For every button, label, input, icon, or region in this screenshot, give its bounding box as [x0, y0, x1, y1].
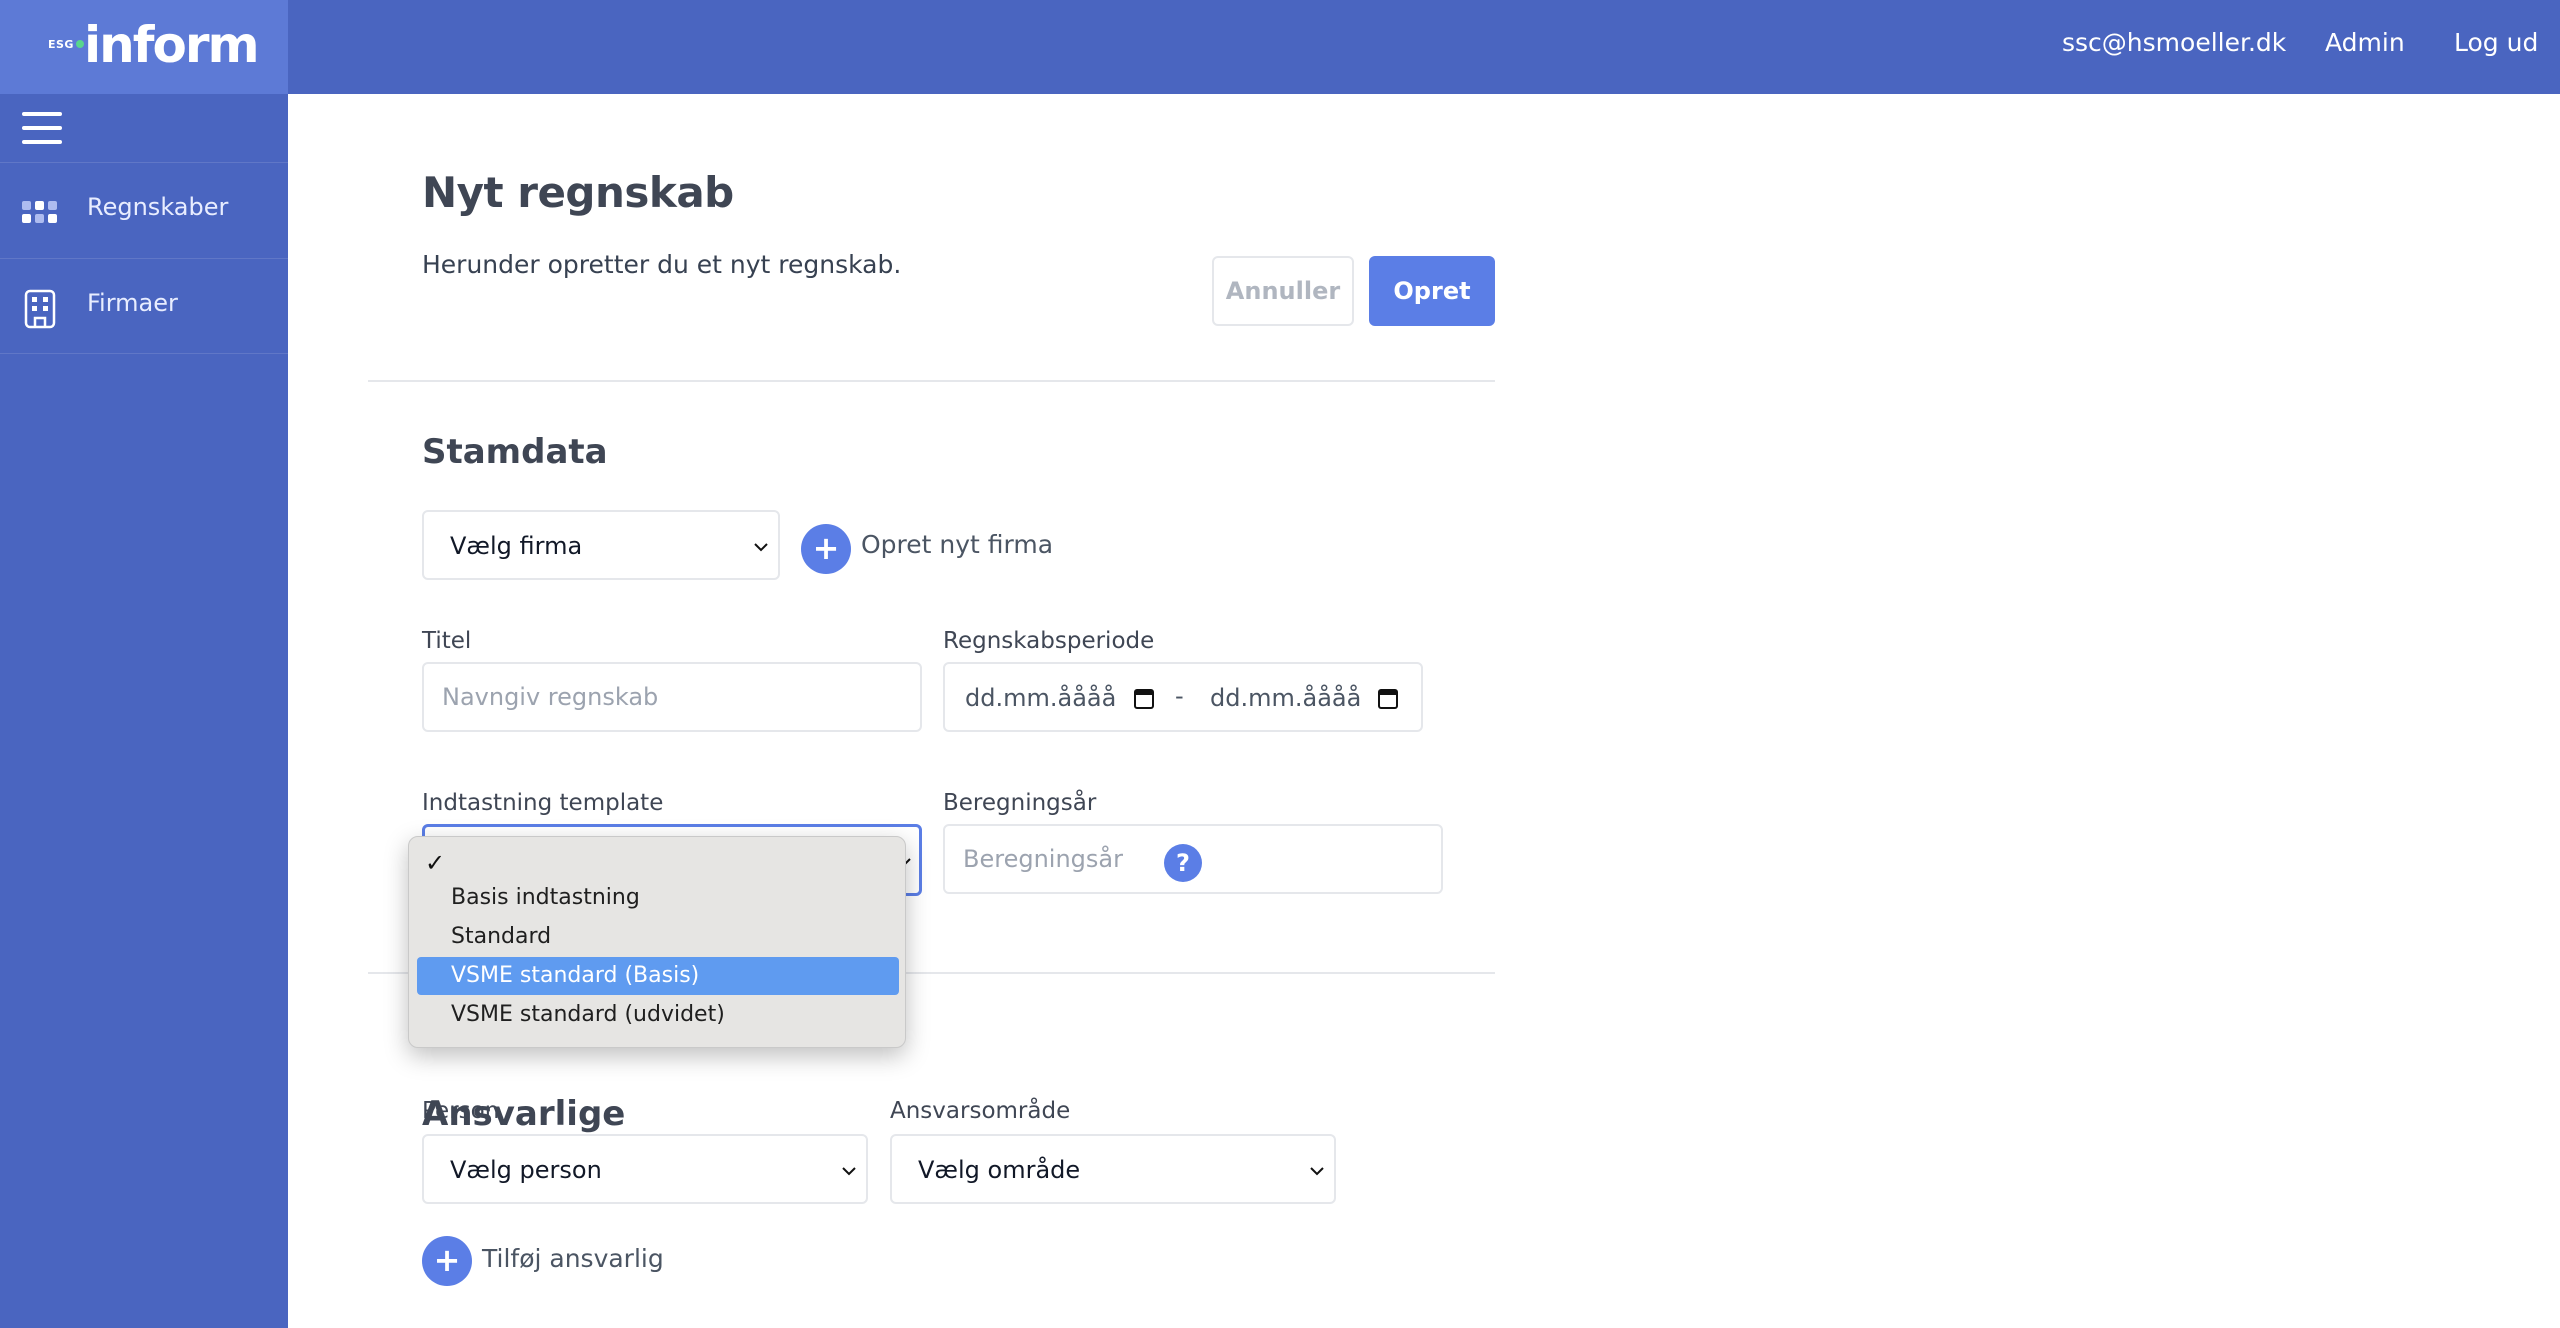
sidebar: Regnskaber Firmaer [0, 94, 288, 1328]
calendar-icon[interactable] [1133, 686, 1155, 710]
dropdown-option[interactable]: Standard [417, 918, 899, 956]
check-icon: ✓ [425, 849, 446, 877]
grid-icon [22, 201, 57, 223]
logo-text: inform [84, 16, 260, 74]
section-title-stamdata: Stamdata [422, 432, 608, 472]
period-range-field[interactable]: dd.mm.åååå - dd.mm.åååå [943, 662, 1423, 732]
sidebar-item-label: Regnskaber [87, 193, 229, 221]
template-label: Indtastning template [422, 790, 664, 816]
sidebar-item-firmaer[interactable]: Firmaer [0, 258, 288, 354]
dropdown-option[interactable]: Basis indtastning [417, 879, 899, 917]
dropdown-option-highlighted[interactable]: VSME standard (Basis) [417, 957, 899, 995]
title-label: Titel [422, 628, 472, 654]
menu-toggle-icon[interactable] [22, 112, 62, 144]
new-company-link[interactable]: Opret nyt firma [861, 530, 1053, 559]
sidebar-item-regnskaber[interactable]: Regnskaber [0, 162, 288, 258]
template-dropdown-menu: ✓ Basis indtastning Standard VSME standa… [408, 836, 906, 1048]
create-button[interactable]: Opret [1369, 256, 1495, 326]
period-from-input[interactable]: dd.mm.åååå [965, 684, 1116, 712]
page-subtitle: Herunder opretter du et nyt regnskab. [422, 250, 902, 279]
logo-prefix: ESG [48, 38, 74, 51]
building-icon [24, 289, 56, 329]
calc-year-label: Beregningsår [943, 790, 1097, 816]
company-select[interactable]: Vælg firma [422, 510, 780, 580]
area-select-value: Vælg område [918, 1156, 1081, 1184]
person-select-value: Vælg person [450, 1156, 602, 1184]
logout-link[interactable]: Log ud [2454, 28, 2538, 57]
main-content: Nyt regnskab Herunder opretter du et nyt… [288, 94, 2560, 1328]
sidebar-item-label: Firmaer [87, 289, 178, 317]
title-input[interactable] [422, 662, 922, 732]
user-email-link[interactable]: ssc@hsmoeller.dk [2062, 28, 2286, 57]
logo[interactable]: ESG inform [0, 0, 288, 94]
add-responsible-link[interactable]: Tilføj ansvarlig [482, 1244, 664, 1273]
period-label: Regnskabsperiode [943, 628, 1155, 654]
area-select[interactable]: Vælg område [890, 1134, 1336, 1204]
person-select[interactable]: Vælg person [422, 1134, 868, 1204]
page-title: Nyt regnskab [422, 168, 734, 217]
dropdown-option[interactable]: VSME standard (udvidet) [417, 996, 899, 1034]
company-select-value: Vælg firma [450, 532, 583, 560]
person-label: Person [422, 1098, 500, 1124]
add-responsible-icon[interactable]: + [422, 1236, 472, 1286]
cancel-button[interactable]: Annuller [1212, 256, 1354, 326]
chevron-down-icon [842, 1167, 856, 1176]
logo-dot-icon [76, 40, 84, 48]
chevron-down-icon [754, 543, 768, 552]
period-to-input[interactable]: dd.mm.åååå [1210, 684, 1361, 712]
help-icon[interactable]: ? [1164, 844, 1202, 882]
period-separator: - [1175, 682, 1184, 710]
divider [368, 380, 1495, 382]
top-bar: ESG inform ssc@hsmoeller.dk Admin Log ud [0, 0, 2560, 94]
admin-link[interactable]: Admin [2325, 28, 2405, 57]
chevron-down-icon [1310, 1167, 1324, 1176]
add-company-icon[interactable]: + [801, 524, 851, 574]
area-label: Ansvarsområde [890, 1098, 1071, 1124]
calendar-icon[interactable] [1377, 686, 1399, 710]
